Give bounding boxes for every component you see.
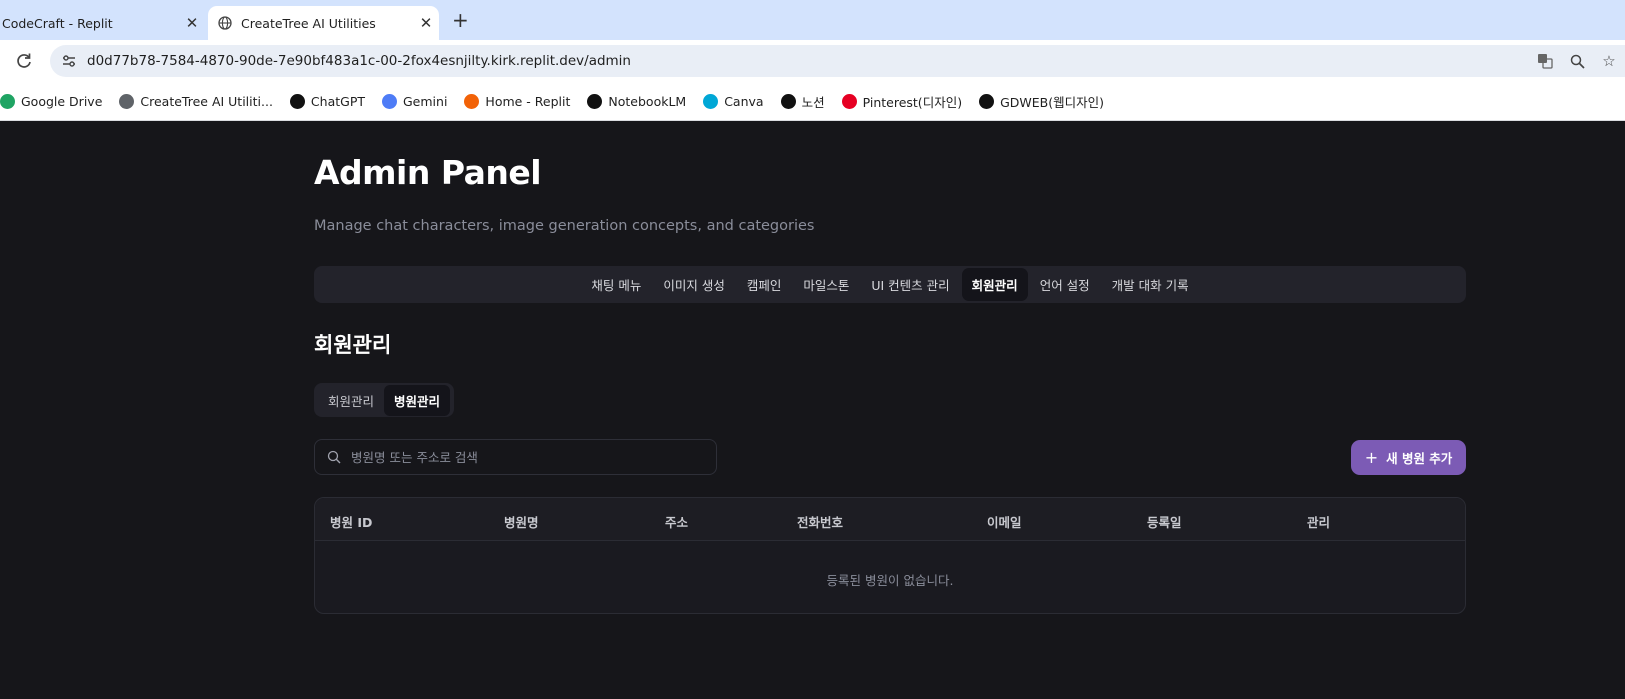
url-text[interactable]: d0d77b78-7584-4870-90de-7e90bf483a1c-00-… [87, 53, 631, 69]
browser-tab-codecraft[interactable]: CodeCraft - Replit ✕ [0, 6, 205, 40]
notebooklm-icon [587, 93, 603, 109]
column-header: 전화번호 [797, 515, 844, 530]
pinterest-icon [841, 93, 857, 109]
omnibox[interactable]: d0d77b78-7584-4870-90de-7e90bf483a1c-00-… [50, 45, 1625, 77]
nav-tab[interactable]: 개발 대화 기록 [1102, 268, 1199, 301]
bookmarks-bar: Google Drive CreateTree AI Utiliti... Chat… [0, 82, 1625, 121]
column-header: 병원 ID [330, 515, 373, 530]
bookmark-item[interactable]: 노션 [780, 92, 825, 111]
nav-tab[interactable]: 마일스톤 [793, 268, 859, 301]
globe-icon [218, 16, 232, 30]
browser-tab-strip: CodeCraft - Replit ✕ CreateTree AI Utili… [0, 0, 1625, 40]
tab-title: CreateTree AI Utilities [241, 15, 376, 31]
bookmark-label: GDWEB(웹디자인) [1000, 94, 1104, 110]
nav-tab[interactable]: 언어 설정 [1030, 268, 1100, 301]
gdweb-icon [979, 93, 995, 109]
address-bar-row: d0d77b78-7584-4870-90de-7e90bf483a1c-00-… [0, 40, 1625, 82]
bookmark-item[interactable]: CreateTree AI Utiliti... [119, 93, 273, 109]
notion-icon [780, 93, 796, 109]
bookmark-label: ChatGPT [310, 93, 365, 109]
search-input[interactable] [351, 449, 691, 465]
section-title: 회원관리 [314, 333, 392, 357]
add-hospital-label: 새 병원 추가 [1386, 451, 1453, 466]
nav-tab[interactable]: 채팅 메뉴 [581, 268, 651, 301]
plus-icon: + [1364, 448, 1379, 467]
browser-tab-createtree[interactable]: CreateTree AI Utilities ✕ [208, 6, 439, 40]
zoom-icon[interactable] [1561, 54, 1593, 69]
tab-title: CodeCraft - Replit [2, 15, 113, 31]
admin-page: Admin Panel Manage chat characters, imag… [0, 121, 1625, 699]
empty-state-message: 등록된 병원이 없습니다. [826, 573, 954, 588]
nav-tab[interactable]: 이미지 생성 [653, 268, 734, 301]
bookmark-label: Google Drive [21, 93, 103, 109]
chatgpt-icon [289, 93, 305, 109]
bookmark-item[interactable]: Google Drive [0, 93, 103, 109]
hospital-search-box[interactable] [314, 439, 717, 475]
translate-icon[interactable] [1529, 53, 1561, 69]
admin-main-nav: 채팅 메뉴 이미지 생성 캠페인 마일스톤 UI 컨텐츠 관리 회원관리 언어 설정 개발 대… [314, 266, 1466, 303]
google-drive-icon [0, 93, 15, 109]
add-hospital-button[interactable]: + 새 병원 추가 [1351, 440, 1466, 475]
column-header: 관리 [1307, 515, 1331, 530]
column-header: 이메일 [987, 515, 1022, 530]
bookmark-label: Gemini [403, 93, 448, 109]
site-info-icon[interactable] [61, 53, 77, 69]
bookmark-star-icon[interactable]: ☆ [1593, 52, 1625, 70]
nav-tab[interactable]: 회원관리 [961, 268, 1028, 301]
nav-tab[interactable]: 캠페인 [737, 268, 792, 301]
search-icon [327, 450, 341, 464]
subtab[interactable]: 회원관리 [318, 385, 384, 416]
page-subtitle: Manage chat characters, image generation… [314, 218, 815, 234]
bookmark-label: Pinterest(디자인) [862, 94, 963, 110]
bookmark-label: Home - Replit [485, 93, 571, 109]
new-tab-icon[interactable]: + [452, 8, 469, 32]
bookmark-label: 노션 [801, 94, 825, 110]
globe-icon [119, 93, 135, 109]
bookmark-item[interactable]: Canva [703, 93, 764, 109]
bookmark-label: CreateTree AI Utiliti... [140, 93, 273, 109]
gemini-icon [382, 93, 397, 109]
close-icon[interactable]: ✕ [179, 14, 205, 32]
subtab[interactable]: 병원관리 [384, 384, 451, 416]
bookmark-item[interactable]: Home - Replit [464, 93, 571, 109]
bookmark-item[interactable]: NotebookLM [587, 93, 687, 109]
canva-icon [703, 93, 719, 109]
table-header: 병원 ID 병원명 주소 전화번호 이메일 등록일 관리 [315, 498, 1465, 541]
hospital-table: 병원 ID 병원명 주소 전화번호 이메일 등록일 관리 등록된 병원이 없습니다. [314, 497, 1466, 614]
bookmark-item[interactable]: Pinterest(디자인) [841, 92, 963, 111]
page-title: Admin Panel [314, 153, 542, 192]
reload-icon[interactable] [14, 51, 34, 71]
bookmark-item[interactable]: Gemini [382, 93, 448, 109]
bookmark-item[interactable]: ChatGPT [289, 93, 365, 109]
member-subtabs: 회원관리 병원관리 [314, 383, 455, 417]
replit-icon [464, 93, 480, 109]
bookmark-label: Canva [724, 93, 764, 109]
column-header: 주소 [665, 515, 689, 530]
bookmark-label: NotebookLM [608, 93, 687, 109]
column-header: 등록일 [1147, 515, 1182, 530]
nav-tab[interactable]: UI 컨텐츠 관리 [861, 268, 959, 301]
bookmark-item[interactable]: GDWEB(웹디자인) [979, 92, 1104, 111]
column-header: 병원명 [504, 515, 539, 530]
close-icon[interactable]: ✕ [413, 14, 439, 32]
